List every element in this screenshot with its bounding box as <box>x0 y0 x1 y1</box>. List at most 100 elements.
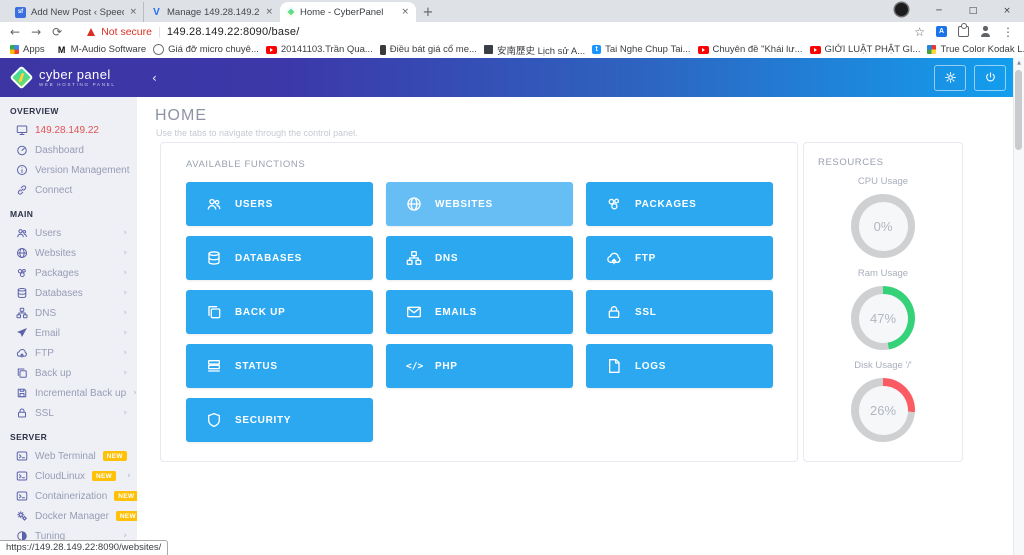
function-button-dns[interactable]: DNS <box>386 236 573 280</box>
function-button-databases[interactable]: DATABASES <box>186 236 373 280</box>
back-icon[interactable]: ← <box>10 26 20 38</box>
titlebar-profile-avatar[interactable] <box>895 2 908 16</box>
cyberpanel-favicon <box>285 6 297 18</box>
bookmark-label: M-Audio Software <box>70 44 147 55</box>
sidebar-item-version-management[interactable]: Version Management <box>0 160 137 180</box>
sidebar-item-back-up[interactable]: Back up › <box>0 363 137 383</box>
browser-tab-strip: sf Add New Post ‹ Speed.Family — × V Manage … <box>0 0 1024 22</box>
sidebar-item-docker-manager[interactable]: Docker ManagerNEW› <box>0 506 137 526</box>
sidebar-item-incremental-back-up[interactable]: Incremental Back up › <box>0 383 137 403</box>
bookmark-label: Tai Nghe Chup Tai... <box>605 44 691 55</box>
gauge-icon <box>17 145 27 156</box>
maximize-window-button[interactable]: □ <box>956 0 990 22</box>
sidebar-item-ssl[interactable]: SSL › <box>0 403 137 423</box>
sidebar-item-label: Connect <box>35 184 73 196</box>
function-button-websites[interactable]: WEBSITES <box>386 182 573 226</box>
omnibox[interactable]: Not secure | 149.28.149.22:8090/base/ <box>73 26 903 38</box>
scrollbar-thumb[interactable] <box>1015 70 1022 150</box>
function-button-back-up[interactable]: BACK UP <box>186 290 373 334</box>
speedfamily-favicon: sf <box>15 6 26 18</box>
terminal-icon <box>16 471 28 481</box>
close-window-button[interactable]: × <box>990 0 1024 22</box>
reload-icon[interactable]: ⟳ <box>52 26 62 38</box>
function-button-ssl[interactable]: SSL <box>586 290 773 334</box>
sidebar-item-label: Websites <box>35 247 76 259</box>
addressbar-actions: ☆ A ⋮ <box>914 23 1014 38</box>
function-button-status[interactable]: STATUS <box>186 344 373 388</box>
function-button-security[interactable]: SECURITY <box>186 398 373 442</box>
gauge-donut: 0% <box>851 194 915 258</box>
users-icon <box>207 198 221 210</box>
function-button-users[interactable]: USERS <box>186 182 373 226</box>
sidebar-item-dns[interactable]: DNS › <box>0 303 137 323</box>
function-button-logs[interactable]: LOGS <box>586 344 773 388</box>
cloud-icon <box>16 348 27 358</box>
sidebar-item-label: Version Management <box>35 164 130 176</box>
gauge-disk-usage: Disk Usage '/' 26% <box>804 360 962 442</box>
sidebar-item-dashboard[interactable]: Dashboard <box>0 140 137 160</box>
gears-icon <box>17 511 28 521</box>
lightning-bolt-icon <box>18 73 25 82</box>
cyberpanel-logo[interactable]: cyber panel WEB HOSTING PANEL <box>0 65 150 90</box>
sidebar-collapse-icon[interactable]: ‹ <box>152 71 157 85</box>
header-actions <box>934 64 1006 91</box>
function-button-php[interactable]: </> PHP <box>386 344 573 388</box>
sidebar-item-web-terminal[interactable]: Web TerminalNEW› <box>0 446 137 466</box>
gauge-label: Disk Usage '/' <box>854 360 912 371</box>
resources-header: RESOURCES <box>818 157 884 168</box>
bookmark-m-audio-software[interactable]: M M-Audio Software <box>57 44 147 55</box>
bookmark-true-color-kodak-l[interactable]: True Color Kodak L... <box>927 44 1024 55</box>
sidebar-item-databases[interactable]: Databases › <box>0 283 137 303</box>
minimize-window-button[interactable]: ─ <box>922 0 956 22</box>
sidebar-item-websites[interactable]: Websites › <box>0 243 137 263</box>
sidebar-item-cloudlinux[interactable]: CloudLinux NEW › <box>0 466 137 486</box>
function-button-emails[interactable]: EMAILS <box>386 290 573 334</box>
sidebar-item-email[interactable]: Email › <box>0 323 137 343</box>
translate-icon[interactable]: A <box>936 26 947 37</box>
bookmark-chuy-n-kh-i-l[interactable]: Chuyên đề "Khái lư... <box>697 44 803 55</box>
sidebar-item-149-28-149-22[interactable]: 149.28.149.22 <box>0 120 137 140</box>
settings-button[interactable] <box>934 64 966 91</box>
tab-add-new-post-speed-family[interactable]: sf Add New Post ‹ Speed.Family — × <box>8 2 144 22</box>
sidebar-item-containerization[interactable]: ContainerizationNEW› <box>0 486 137 506</box>
bookmark-label: 20141103.Trần Qua... <box>280 44 373 55</box>
sidebar-item-label: DNS <box>35 307 57 319</box>
function-button-packages[interactable]: PACKAGES <box>586 182 773 226</box>
url-text[interactable]: 149.28.149.22:8090/base/ <box>167 26 300 38</box>
not-secure-label[interactable]: Not secure <box>101 26 152 38</box>
new-tab-button[interactable]: + <box>416 2 440 22</box>
bookmark-20141103-tr-n-qua[interactable]: 20141103.Trần Qua... <box>265 44 373 55</box>
lock-icon <box>608 306 620 318</box>
tab-home-cyberpanel[interactable]: Home - CyberPanel × <box>280 2 416 22</box>
forward-icon[interactable]: → <box>31 26 41 38</box>
extensions-icon[interactable] <box>958 23 969 37</box>
profile-icon[interactable] <box>980 26 991 37</box>
bookmark-l-ch-s-a[interactable]: 安南歷史 Lịch sử A... <box>483 43 585 57</box>
sidebar-item-packages[interactable]: Packages › <box>0 263 137 283</box>
cloud-icon <box>607 252 621 265</box>
tab-title: Manage 149.28.149.22 - Vultr.co <box>167 6 261 18</box>
bookmark-tai-nghe-chup-tai[interactable]: t Tai Nghe Chup Tai... <box>592 44 691 55</box>
browser-menu-icon[interactable]: ⋮ <box>1002 26 1014 38</box>
sidebar-item-label: FTP <box>35 347 54 359</box>
tab-manage-149-28-149-22-vultr-co[interactable]: V Manage 149.28.149.22 - Vultr.co × <box>144 2 280 22</box>
logout-button[interactable] <box>974 64 1006 91</box>
tab-close-icon[interactable]: × <box>401 7 409 17</box>
tab-close-icon[interactable]: × <box>265 7 273 17</box>
database-icon <box>208 251 220 265</box>
chevron-right-icon: › <box>123 268 127 278</box>
sidebar-item-ftp[interactable]: FTP › <box>0 343 137 363</box>
sidebar-item-label: Email <box>35 327 61 339</box>
sidebar-item-connect[interactable]: Connect <box>0 180 137 200</box>
vertical-scrollbar[interactable]: ▲ <box>1013 58 1024 555</box>
scrollbar-up-arrow[interactable]: ▲ <box>1014 58 1024 68</box>
function-button-ftp[interactable]: FTP <box>586 236 773 280</box>
apps-shortcut[interactable]: Apps <box>10 44 45 55</box>
tab-close-icon[interactable]: × <box>129 7 137 17</box>
sidebar-item-users[interactable]: Users › <box>0 223 137 243</box>
bookmark-star-icon[interactable]: ☆ <box>914 26 925 38</box>
bookmark-i-u-b-t-gi-c-me[interactable]: Điều bát giá cổ me... <box>379 44 477 55</box>
page-title: HOME <box>155 107 207 124</box>
bookmark-gi-micro-chuy[interactable]: Giá đỡ micro chuyê... <box>153 44 259 55</box>
bookmark-gi-i-lu-t-ph-t-gi[interactable]: GIỚI LUẬT PHẬT GI... <box>809 44 920 55</box>
